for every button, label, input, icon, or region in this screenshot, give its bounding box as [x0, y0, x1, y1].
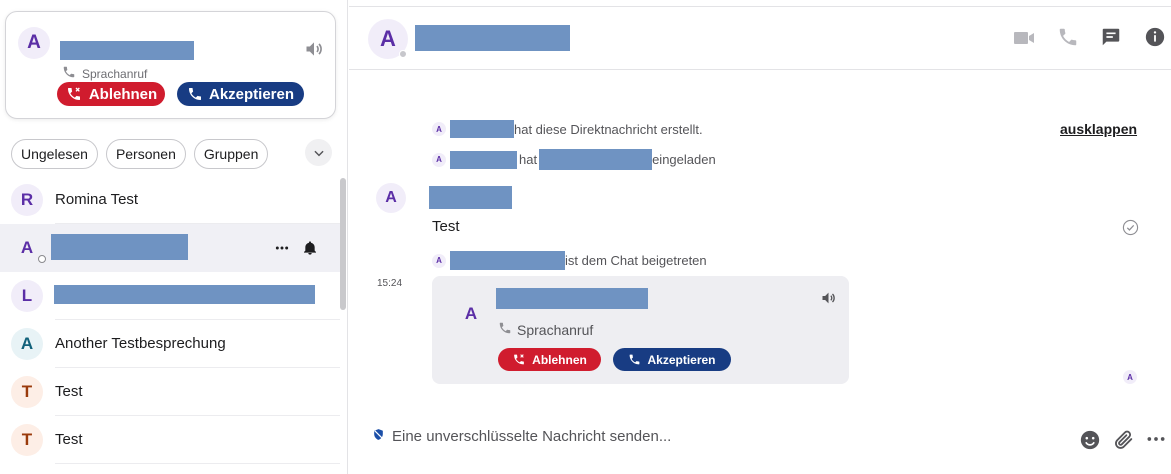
bell-icon[interactable]: [302, 240, 318, 261]
message-avatar: A: [376, 183, 406, 213]
phone-icon: [498, 321, 512, 338]
more-options-icon[interactable]: [274, 240, 290, 261]
call-type-label: Sprachanruf: [82, 66, 148, 81]
system-text: ist dem Chat beigetreten: [565, 253, 707, 268]
phone-hangup-icon: [67, 87, 80, 100]
system-text: hat: [519, 152, 538, 167]
more-options-icon[interactable]: [1146, 429, 1166, 454]
sidebar: A Sprachanruf Ablehnen Akzeptieren Ungel: [0, 0, 348, 474]
conversation-label: Another Testbesprechung: [55, 335, 226, 352]
decline-label: Ablehnen: [88, 85, 158, 103]
caller-avatar: A: [464, 304, 478, 323]
accept-label: Akzeptieren: [647, 352, 716, 367]
caller-name-redacted: [60, 41, 194, 60]
presence-indicator: [38, 255, 46, 263]
info-icon[interactable]: [1144, 26, 1166, 53]
phone-hangup-icon: [514, 354, 525, 365]
conversation-avatar: T: [11, 424, 43, 456]
emoji-icon[interactable]: [1079, 429, 1101, 456]
chevron-down-icon: [313, 150, 324, 156]
conversation-label: Romina Test: [55, 191, 139, 208]
phone-icon: [62, 65, 76, 82]
accept-call-button[interactable]: Akzeptieren: [613, 348, 731, 371]
filter-unread[interactable]: Ungelesen: [11, 139, 98, 169]
system-message-created: A hat diese Direktnachricht erstellt.: [432, 120, 703, 138]
accept-label: Akzeptieren: [208, 85, 295, 103]
mini-avatar: A: [432, 122, 446, 136]
filter-expand-button[interactable]: [305, 139, 332, 166]
conversation-label: Test: [55, 431, 83, 448]
unencrypted-shield-icon: [372, 428, 385, 445]
message-text: Test: [432, 218, 460, 235]
app: A Sprachanruf Ablehnen Akzeptieren Ungel: [0, 0, 1171, 474]
read-by-avatar: A: [1123, 370, 1137, 384]
conversation-item[interactable]: A Another Testbesprechung: [0, 320, 340, 368]
conversation-list: R Romina Test A L A Another Testbesprech…: [0, 176, 340, 464]
conversation-item[interactable]: L: [0, 272, 340, 320]
composer-placeholder: Eine unverschlüsselte Nachricht senden..…: [392, 428, 672, 445]
conversation-item[interactable]: T Test: [0, 416, 340, 464]
phone-icon: [630, 354, 640, 365]
filter-groups[interactable]: Gruppen: [193, 139, 269, 169]
system-message-joined: A ist dem Chat beigetreten: [432, 251, 707, 270]
conversation-avatar: A: [11, 328, 43, 360]
system-text: hat diese Direktnachricht erstellt.: [514, 121, 703, 137]
call-type: Sprachanruf: [498, 321, 593, 338]
call-type: Sprachanruf: [62, 65, 147, 82]
conversation-item[interactable]: R Romina Test: [0, 176, 340, 224]
divider: [55, 463, 340, 464]
mini-avatar: A: [432, 152, 446, 167]
chat-panel: A A hat diese Direktnachricht erstellt. …: [349, 0, 1171, 474]
expand-link[interactable]: ausklappen: [1060, 121, 1137, 137]
user-name-redacted: [539, 149, 653, 170]
caller-name-redacted: [496, 288, 648, 309]
system-text: eingeladen: [652, 152, 716, 167]
user-name-redacted: [450, 251, 565, 270]
read-receipt-icon: [1122, 219, 1139, 241]
conversation-item-active[interactable]: A: [0, 224, 340, 272]
conversation-avatar: T: [11, 376, 43, 408]
call-type-label: Sprachanruf: [517, 321, 594, 338]
conversation-label: Test: [55, 383, 83, 400]
filter-chips: Ungelesen Personen Gruppen: [11, 139, 269, 169]
filter-people[interactable]: Personen: [105, 139, 186, 169]
sidebar-scrollbar[interactable]: [340, 178, 346, 310]
call-message-card: A Sprachanruf Ablehnen Akzeptieren: [432, 276, 849, 384]
conversation-item[interactable]: T Test: [0, 368, 340, 416]
user-name-redacted: [450, 150, 517, 169]
conversation-avatar: R: [11, 184, 43, 216]
decline-label: Ablehnen: [532, 352, 587, 367]
decline-call-button[interactable]: Ablehnen: [498, 348, 601, 371]
phone-icon: [188, 88, 201, 100]
attachment-icon[interactable]: [1113, 429, 1135, 456]
accept-call-button[interactable]: Akzeptieren: [177, 82, 304, 106]
speaker-icon[interactable]: [820, 290, 837, 311]
speaker-icon[interactable]: [303, 39, 325, 64]
phone-call-icon[interactable]: [1057, 26, 1079, 53]
message-timestamp: 15:24: [377, 278, 403, 289]
video-call-icon[interactable]: [1012, 26, 1036, 55]
user-name-redacted: [450, 120, 514, 138]
mini-avatar: A: [432, 253, 446, 268]
chat-title-redacted: [415, 25, 570, 51]
system-message-invited: A hat eingeladen: [432, 149, 716, 170]
conversation-label-redacted: [54, 285, 315, 304]
chat-header: A: [349, 7, 1171, 70]
message-composer[interactable]: Eine unverschlüsselte Nachricht senden..…: [372, 428, 671, 445]
decline-call-button[interactable]: Ablehnen: [57, 82, 165, 106]
thread-icon[interactable]: [1100, 26, 1122, 53]
conversation-label-redacted: [51, 234, 188, 260]
conversation-avatar: L: [11, 280, 43, 312]
presence-indicator: [399, 50, 407, 58]
incoming-call-popup: A Sprachanruf Ablehnen Akzeptieren: [5, 11, 336, 119]
sender-name-redacted: [429, 186, 512, 209]
caller-avatar: A: [18, 27, 50, 59]
